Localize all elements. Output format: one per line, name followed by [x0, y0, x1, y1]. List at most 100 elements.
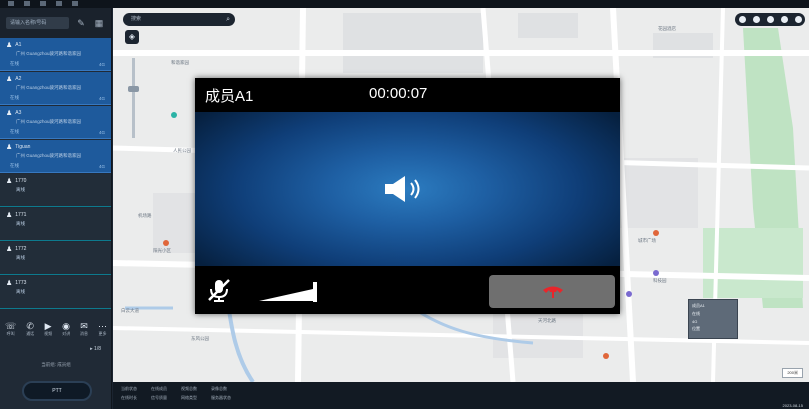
member-info-popup[interactable]: 成员A1 在线 4G 位置: [688, 299, 738, 339]
sidebar-tool-label: 更多: [98, 331, 107, 336]
map-poi-label: 花园酒店: [658, 26, 676, 31]
member-status: 在线: [10, 129, 19, 134]
grid-icon[interactable]: ▦: [93, 17, 105, 29]
intercom-icon: ◉: [62, 321, 71, 331]
fullscreen-icon[interactable]: [780, 16, 788, 23]
member-network: 4G: [98, 62, 105, 67]
call-timer: 00:00:07: [369, 85, 428, 102]
member-name-row: ♟ 1772: [6, 245, 105, 253]
voice-call-dialog: 成员A1 00:00:07: [195, 78, 620, 314]
map-toolbar: [735, 13, 805, 26]
member-network: 4G: [98, 130, 105, 135]
status-row: 在线时长 信号质量 网络类型 服务器状态: [113, 393, 809, 402]
member-status: 在线: [10, 163, 19, 168]
window-tick[interactable]: [72, 1, 78, 6]
member-location: 广州 Guangzhou骏河路和谐家园: [16, 153, 82, 158]
member-name: 1770: [15, 178, 27, 184]
zoom-slider[interactable]: [132, 58, 135, 138]
member-item[interactable]: ♟ 1772 离线: [0, 242, 111, 275]
sidebar-header: 请输入名称/号码 ✎ ▦: [0, 8, 111, 38]
member-item[interactable]: ♟ Tiguan 广州 Guangzhou骏河路和谐家园在线 4G: [0, 140, 111, 173]
sidebar-tool-button[interactable]: ⋯ 更多: [98, 321, 107, 337]
ptt-button[interactable]: PTT: [22, 381, 92, 401]
window-tick[interactable]: [8, 1, 14, 6]
hangup-button[interactable]: [489, 275, 615, 308]
member-item[interactable]: ♟ A1 广州 Guangzhou骏河路和谐家园 在线 4G: [0, 38, 111, 71]
message-icon: ✉: [80, 321, 88, 331]
map-marker[interactable]: [653, 270, 659, 276]
layers-icon[interactable]: ◈: [125, 30, 139, 44]
map-poi-label: 科技园: [653, 278, 667, 283]
member-list: ♟ A1 广州 Guangzhou骏河路和谐家园 在线 4G ♟ A2 广州 Guangzho…: [0, 38, 111, 309]
call-controls: [195, 266, 620, 314]
person-icon: ♟: [6, 144, 13, 151]
status-item: 信号质量: [151, 395, 167, 400]
popup-line: 在线: [692, 311, 700, 316]
map-poi-label: 机场路: [138, 213, 152, 218]
member-item[interactable]: ♟ A2 广州 Guangzhou骏河路和谐家园 在线 4G: [0, 72, 111, 105]
measure-icon[interactable]: [738, 16, 746, 23]
sidebar-tool-button[interactable]: ◉ 对讲: [62, 321, 70, 337]
member-name: A1: [15, 42, 22, 48]
window-tick[interactable]: [24, 1, 30, 6]
map-poi-label: 白云大道: [121, 308, 139, 313]
person-icon: ♟: [6, 42, 13, 49]
map-marker[interactable]: [163, 240, 169, 246]
sidebar-toolbar: ☏ 呼叫 ✆ 通话 ▶ 视频 ◉ 对讲 ✉ 消息 ⋯ 更多: [0, 316, 112, 342]
sidebar-tool-button[interactable]: ✆ 通话: [26, 321, 34, 337]
member-item[interactable]: ♟ A3 广州 Guangzhou骏河路和谐家园 在线 4G: [0, 106, 111, 139]
page-indicator[interactable]: ▸ 1/8: [90, 346, 101, 352]
member-sidebar: 请输入名称/号码 ✎ ▦ ♟ A1 广州 Guangzhou骏河路和谐家园 在线 4G ♟…: [0, 8, 112, 409]
member-name: A2: [15, 76, 22, 82]
person-icon: ♟: [6, 110, 13, 117]
sidebar-tool-button[interactable]: ▶ 视频: [44, 321, 52, 337]
member-status: 在线: [10, 95, 19, 100]
hangup-icon: [543, 286, 563, 298]
map-search-input[interactable]: 搜索 ⌕: [123, 13, 235, 26]
popup-line: 4G: [692, 319, 698, 324]
locate-icon[interactable]: [752, 16, 760, 23]
settings-icon[interactable]: [794, 16, 802, 23]
member-name-row: ♟ Tiguan: [6, 143, 105, 151]
sidebar-tool-label: 呼叫: [6, 331, 15, 336]
member-name-row: ♟ A3: [6, 109, 105, 117]
member-location: 离线: [16, 255, 25, 260]
zoom-slider-handle[interactable]: [128, 86, 139, 92]
mic-muted-icon[interactable]: [205, 278, 233, 302]
sidebar-tool-button[interactable]: ☏ 呼叫: [5, 321, 16, 337]
map-marker[interactable]: [653, 230, 659, 236]
member-search-input[interactable]: 请输入名称/号码: [6, 17, 69, 29]
map-poi-label: 和谐家园: [171, 60, 189, 65]
member-name-row: ♟ 1770: [6, 177, 105, 185]
person-icon: ♟: [6, 280, 13, 287]
map-marker[interactable]: [626, 291, 632, 297]
status-item: 当前状态: [121, 386, 137, 391]
member-name: 1772: [15, 246, 27, 252]
window-tick[interactable]: [40, 1, 46, 6]
member-location: 离线: [16, 221, 25, 226]
status-item: 录像总数: [211, 386, 227, 391]
current-group-label: 当前组: 成员组: [41, 362, 71, 367]
map-marker[interactable]: [171, 112, 177, 118]
member-name: Tiguan: [15, 144, 31, 150]
member-location: 广州 Guangzhou骏河路和谐家园: [16, 51, 82, 56]
member-network: 4G: [98, 164, 105, 169]
map-marker[interactable]: [603, 353, 609, 359]
draw-icon[interactable]: [766, 16, 774, 23]
map-poi-label: 天河北路: [538, 318, 556, 323]
member-location: 离线: [16, 289, 25, 294]
call-header: 成员A1 00:00:07: [195, 78, 620, 112]
member-item[interactable]: ♟ 1770 离线: [0, 174, 111, 207]
member-item[interactable]: ♟ 1773 离线: [0, 276, 111, 309]
sidebar-tool-button[interactable]: ✉ 消息: [80, 321, 88, 337]
search-icon[interactable]: ⌕: [226, 13, 230, 26]
sidebar-tool-label: 对讲: [62, 331, 71, 336]
status-row: 当前状态 在线成员 视频总数 录像总数: [113, 384, 809, 393]
volume-slider[interactable]: [257, 281, 319, 303]
window-tick[interactable]: [56, 1, 62, 6]
map-scale: 200米: [782, 368, 803, 378]
person-icon: ♟: [6, 212, 13, 219]
pin-icon[interactable]: ✎: [75, 17, 87, 29]
member-name-row: ♟ A1: [6, 41, 105, 49]
member-item[interactable]: ♟ 1771 离线: [0, 208, 111, 241]
